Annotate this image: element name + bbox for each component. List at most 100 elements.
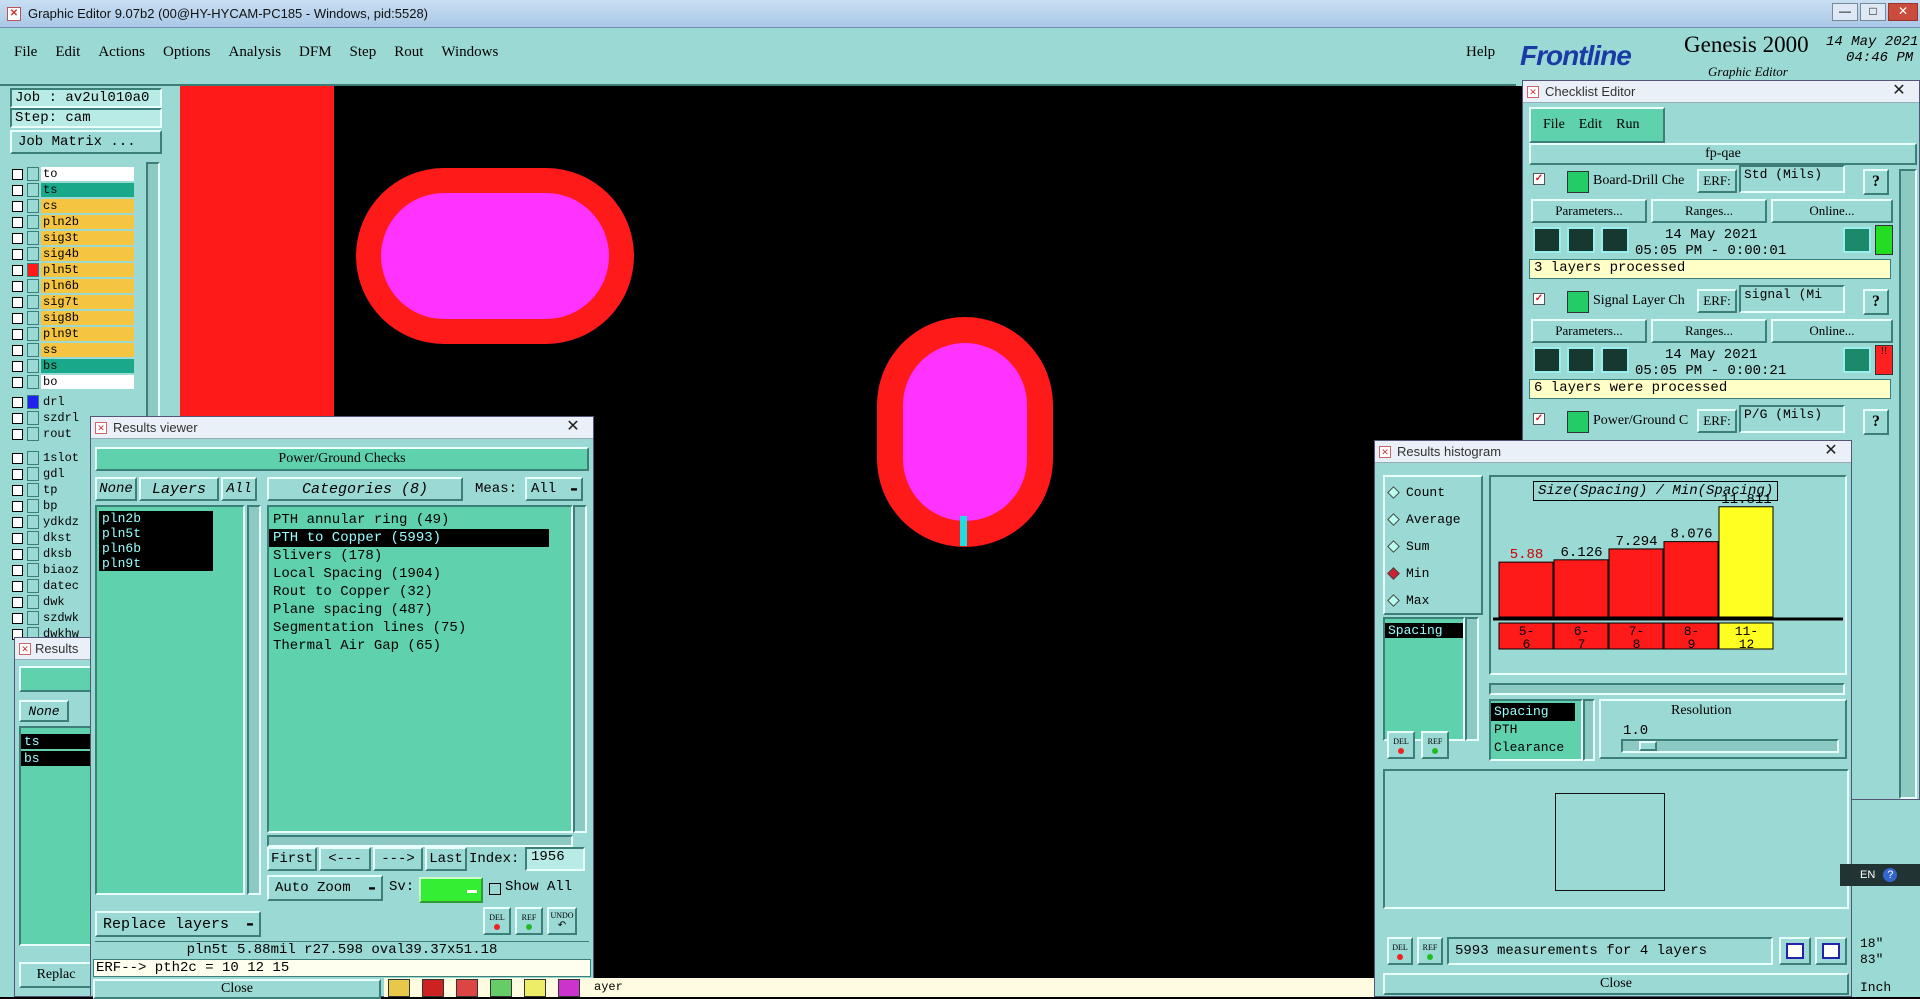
measure-list-scrollbar[interactable] [1583,699,1595,761]
histogram-bar[interactable] [1663,541,1719,618]
measure-icon[interactable] [388,979,410,997]
layer-row[interactable]: bo [12,374,134,390]
close-button[interactable]: Close [93,979,381,999]
category-item[interactable]: Slivers (178) [269,547,549,565]
category-item[interactable]: Local Spacing (1904) [269,565,549,583]
checklist-scrollbar[interactable] [1899,169,1917,799]
layer-row[interactable]: pln9t [12,326,134,342]
layer-display-toggle[interactable] [27,467,39,481]
layer-affected-checkbox[interactable] [12,500,23,512]
layer-display-toggle[interactable] [27,531,39,545]
results-small-none-button[interactable]: None [19,700,69,722]
layer-row[interactable]: bs [12,358,134,374]
result-layer-item[interactable]: pln9t [99,556,213,571]
category-item[interactable]: Rout to Copper (32) [269,583,549,601]
layer-affected-checkbox[interactable] [12,412,23,424]
action-icon[interactable] [1567,291,1589,313]
layer-affected-checkbox[interactable] [12,216,23,228]
layer-list-scrollbar[interactable] [247,505,261,895]
erf-button[interactable]: ERF: [1697,289,1737,313]
menu-options[interactable]: Options [163,44,211,61]
close-window-button[interactable]: ✕ [1888,3,1918,21]
category-hscrollbar[interactable] [267,835,573,847]
hist-ref-button[interactable]: REF [1421,731,1449,759]
stop-icon[interactable] [422,979,444,997]
layer-affected-checkbox[interactable] [12,232,23,244]
menu-help[interactable]: Help [1466,44,1495,61]
layer-affected-checkbox[interactable] [12,248,23,260]
histogram-bar[interactable] [1608,548,1664,618]
footer-del-button[interactable]: DEL [1387,937,1413,965]
maximize-button[interactable]: □ [1860,3,1886,21]
layer-row[interactable]: ss [12,342,134,358]
index-input[interactable]: 1956 [525,847,585,871]
layer-row[interactable]: ts [12,182,134,198]
check-help-button[interactable]: ? [1863,169,1889,195]
layer-affected-checkbox[interactable] [12,612,23,624]
layer-display-toggle[interactable] [27,231,39,245]
menu-windows[interactable]: Windows [441,44,498,61]
list-item[interactable]: bs [21,751,91,766]
check-help-button[interactable]: ? [1863,289,1889,315]
prev-button[interactable]: <--- [319,847,371,871]
layer-display-toggle[interactable] [27,199,39,213]
action-icon[interactable] [1567,411,1589,433]
layer-display-toggle[interactable] [27,247,39,261]
layer-display-toggle[interactable] [27,515,39,529]
erf-button[interactable]: ERF: [1697,409,1737,433]
check-enabled-icon[interactable]: ✓ [1533,293,1545,305]
category-item[interactable]: Plane spacing (487) [269,601,549,619]
snap-icon[interactable] [456,979,478,997]
layer-row[interactable]: pln2b [12,214,134,230]
all-button[interactable]: All [221,477,257,501]
run-all-icon[interactable] [1567,347,1595,373]
aggregate-option[interactable]: Max [1385,587,1481,614]
last-button[interactable]: Last [425,847,467,871]
result-layer-item[interactable]: pln6b [99,541,213,556]
menu-file[interactable]: File [14,44,37,61]
job-matrix-button[interactable]: Job Matrix ... [10,130,162,154]
run-icon[interactable] [1533,227,1561,253]
layer-row[interactable]: sig7t [12,294,134,310]
layer-display-toggle[interactable] [27,263,39,277]
close-icon[interactable]: ✕ [559,417,587,437]
menu-rout[interactable]: Rout [394,44,423,61]
next-button[interactable]: ---> [373,847,423,871]
hist-del-button[interactable]: DEL [1387,731,1415,759]
param-list-scrollbar[interactable] [1465,617,1479,741]
ref-button[interactable]: REF [515,907,543,935]
layer-affected-checkbox[interactable] [12,360,23,372]
hist-zoom-button[interactable] [1815,937,1847,965]
menu-actions[interactable]: Actions [98,44,145,61]
layer-display-toggle[interactable] [27,411,39,425]
layer-row[interactable]: pln5t [12,262,134,278]
checklist-menu-edit[interactable]: Edit [1579,117,1602,133]
histogram-bar[interactable] [1498,561,1554,618]
category-item[interactable]: Thermal Air Gap (65) [269,637,549,655]
layer-display-toggle[interactable] [27,611,39,625]
layer-display-toggle[interactable] [27,451,39,465]
layer-affected-checkbox[interactable] [12,396,23,408]
layer-row[interactable]: sig8b [12,310,134,326]
layer-affected-checkbox[interactable] [12,596,23,608]
check-enabled-icon[interactable]: ✓ [1533,173,1545,185]
categories-button[interactable]: Categories (8) [267,477,463,501]
layer-row[interactable]: sig4b [12,246,134,262]
layer-display-toggle[interactable] [27,183,39,197]
layer-affected-checkbox[interactable] [12,296,23,308]
category-item[interactable]: PTH annular ring (49) [269,511,549,529]
grid-icon[interactable] [490,979,512,997]
auto-zoom-select[interactable]: Auto Zoom ▬ [267,875,383,901]
layer-affected-checkbox[interactable] [12,548,23,560]
measure-item[interactable]: PTH [1491,721,1581,739]
aggregate-option[interactable]: Min [1385,560,1481,587]
layer-affected-checkbox[interactable] [12,580,23,592]
severity-select[interactable]: ▬ [419,877,483,903]
layer-affected-checkbox[interactable] [12,200,23,212]
histogram-close-button[interactable]: Close [1383,973,1849,995]
layer-display-toggle[interactable] [27,279,39,293]
result-layer-item[interactable]: pln2b [99,511,213,526]
layer-row[interactable]: pln6b [12,278,134,294]
layer-display-toggle[interactable] [27,499,39,513]
layer-affected-checkbox[interactable] [12,344,23,356]
